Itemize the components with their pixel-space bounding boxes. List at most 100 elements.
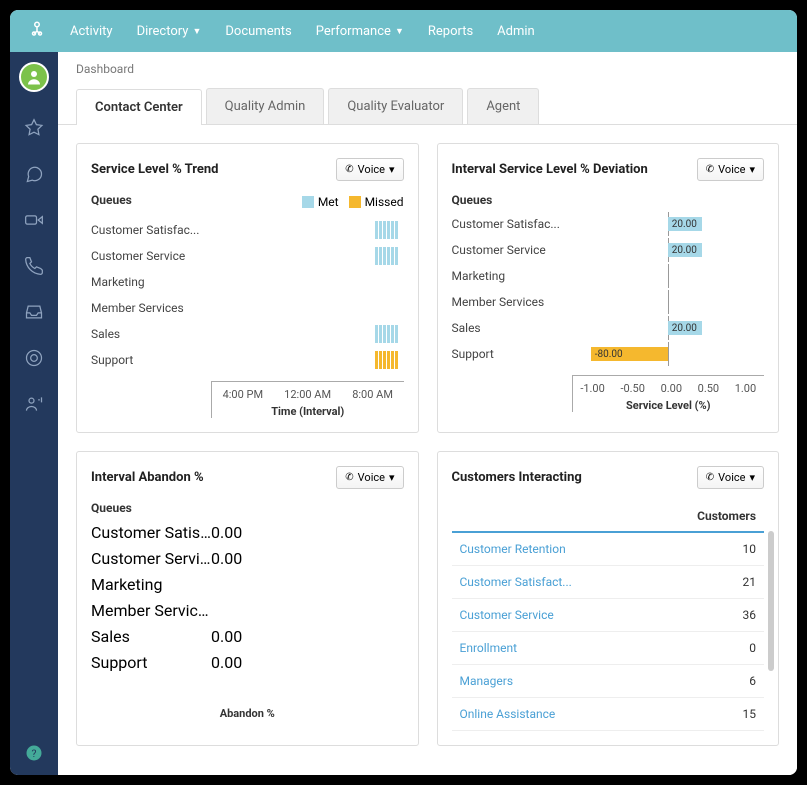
queue-row: Sales0.00 [91, 623, 404, 649]
panel-sl-trend: Service Level % Trend ✆Voice▾ Queues Met… [76, 143, 419, 433]
tick: -0.50 [620, 382, 645, 395]
abandon-value: 0.00 [211, 653, 251, 672]
axis-label: Service Level (%) [573, 399, 765, 412]
person-sound-icon[interactable] [24, 394, 44, 414]
voice-dropdown[interactable]: ✆Voice▾ [697, 158, 764, 181]
panel-customers: Customers Interacting ✆Voice▾ Customers … [437, 451, 780, 746]
tab-contact-center[interactable]: Contact Center [76, 89, 202, 125]
queue-label: Customer Satisfac... [91, 223, 211, 237]
ring-icon[interactable] [24, 348, 44, 368]
queue-row: Customer Service 20.00 [452, 237, 765, 263]
left-sidebar: ? [10, 52, 58, 775]
panel-title: Interval Service Level % Deviation [452, 162, 648, 177]
table-row: Customer Service36 [452, 599, 765, 632]
x-axis: -1.00 -0.50 0.00 0.50 1.00 Service Level… [572, 375, 765, 412]
video-icon[interactable] [24, 210, 44, 230]
dev-bar-area: 20.00 [572, 214, 765, 234]
nav-performance[interactable]: Performance▼ [316, 24, 404, 39]
svg-text:?: ? [32, 747, 37, 760]
deviation-bar: 20.00 [668, 217, 702, 231]
customer-link[interactable]: Enrollment [452, 632, 649, 665]
customer-count: 36 [649, 599, 764, 632]
queue-label: Support [452, 347, 572, 361]
customer-count: 21 [649, 566, 764, 599]
deviation-bar: 20.00 [668, 321, 702, 335]
nav-admin[interactable]: Admin [497, 24, 535, 39]
axis-label: Time (Interval) [212, 405, 404, 418]
chat-icon[interactable] [24, 164, 44, 184]
voice-dropdown[interactable]: ✆Voice▾ [336, 466, 403, 489]
caret-down-icon: ▼ [395, 26, 404, 37]
tab-quality-admin[interactable]: Quality Admin [206, 88, 325, 124]
dev-bar-area [572, 266, 765, 286]
nav-activity[interactable]: Activity [70, 24, 113, 39]
customer-link[interactable]: Customer Service [452, 599, 649, 632]
queue-label: Customer Service [91, 249, 211, 263]
queue-label: Sales [452, 321, 572, 335]
nav-documents[interactable]: Documents [225, 24, 291, 39]
avatar[interactable] [19, 62, 49, 92]
legend-missed: Missed [349, 193, 404, 211]
queue-label: Customer Service [452, 243, 572, 257]
phone-icon: ✆ [706, 164, 714, 175]
main-content: Dashboard Contact Center Quality Admin Q… [58, 52, 797, 775]
queue-row: Sales [91, 321, 404, 347]
panel-title: Customers Interacting [452, 470, 582, 485]
tick: 4:00 PM [223, 388, 263, 401]
table-row: Customer Satisfact...21 [452, 566, 765, 599]
deviation-bar: -80.00 [591, 347, 668, 361]
tick: -1.00 [580, 382, 605, 395]
customer-link[interactable]: Online Assistance [452, 698, 649, 731]
tick: 0.50 [698, 382, 719, 395]
tab-bar: Contact Center Quality Admin Quality Eva… [58, 88, 797, 125]
dev-bar-area: -80.00 [572, 344, 765, 364]
queue-label: Customer Satisfac... [452, 217, 572, 231]
queues-heading: Queues [91, 193, 132, 207]
queue-label: Sales [91, 627, 211, 646]
table-row: Managers6 [452, 665, 765, 698]
queue-row: Member Services [452, 289, 765, 315]
customer-count: 6 [649, 665, 764, 698]
nav-reports[interactable]: Reports [428, 24, 473, 39]
nav-directory[interactable]: Directory▼ [137, 24, 202, 39]
queue-label: Marketing [452, 269, 572, 283]
deviation-bar: 20.00 [668, 243, 702, 257]
app-window: Activity Directory▼ Documents Performanc… [10, 10, 797, 775]
abandon-value: 0.00 [211, 627, 251, 646]
queue-row: Customer Satisfac... [91, 217, 404, 243]
caret-down-icon: ▾ [749, 471, 755, 484]
queue-row: Sales 20.00 [452, 315, 765, 341]
voice-dropdown[interactable]: ✆Voice▾ [336, 158, 403, 181]
queue-row: Support -80.00 [452, 341, 765, 367]
trend-chart: Customer Satisfac... Customer Service Mark… [91, 217, 404, 373]
dev-bar-area: 20.00 [572, 240, 765, 260]
panel-sl-deviation: Interval Service Level % Deviation ✆Voic… [437, 143, 780, 433]
bar-group [211, 247, 404, 265]
customer-count: 0 [649, 632, 764, 665]
star-icon[interactable] [24, 118, 44, 138]
bar-group [211, 325, 404, 343]
tick: 8:00 AM [352, 388, 393, 401]
inbox-icon[interactable] [24, 302, 44, 322]
tab-agent[interactable]: Agent [467, 88, 539, 124]
customer-link[interactable]: Managers [452, 665, 649, 698]
queue-row: Member Services [91, 295, 404, 321]
queue-label: Marketing [91, 275, 211, 289]
panel-abandon: Interval Abandon % ✆Voice▾ Queues Custom… [76, 451, 419, 746]
voice-dropdown[interactable]: ✆Voice▾ [697, 466, 764, 489]
queues-heading: Queues [91, 501, 404, 515]
queue-row: Marketing [91, 269, 404, 295]
tab-quality-evaluator[interactable]: Quality Evaluator [328, 88, 463, 124]
queue-row: Member Services [91, 597, 404, 623]
logo-icon [28, 20, 46, 42]
scrollbar[interactable] [768, 531, 774, 671]
queue-row: Customer Service0.00 [91, 545, 404, 571]
customer-link[interactable]: Customer Retention [452, 532, 649, 566]
table-row: Customer Retention10 [452, 532, 765, 566]
help-icon[interactable]: ? [24, 743, 44, 763]
phone-icon[interactable] [24, 256, 44, 276]
customer-link[interactable]: Customer Satisfact... [452, 566, 649, 599]
dev-bar-area [572, 292, 765, 312]
deviation-chart: Customer Satisfac...20.00Customer Servic… [452, 211, 765, 367]
bar-group [211, 351, 404, 369]
